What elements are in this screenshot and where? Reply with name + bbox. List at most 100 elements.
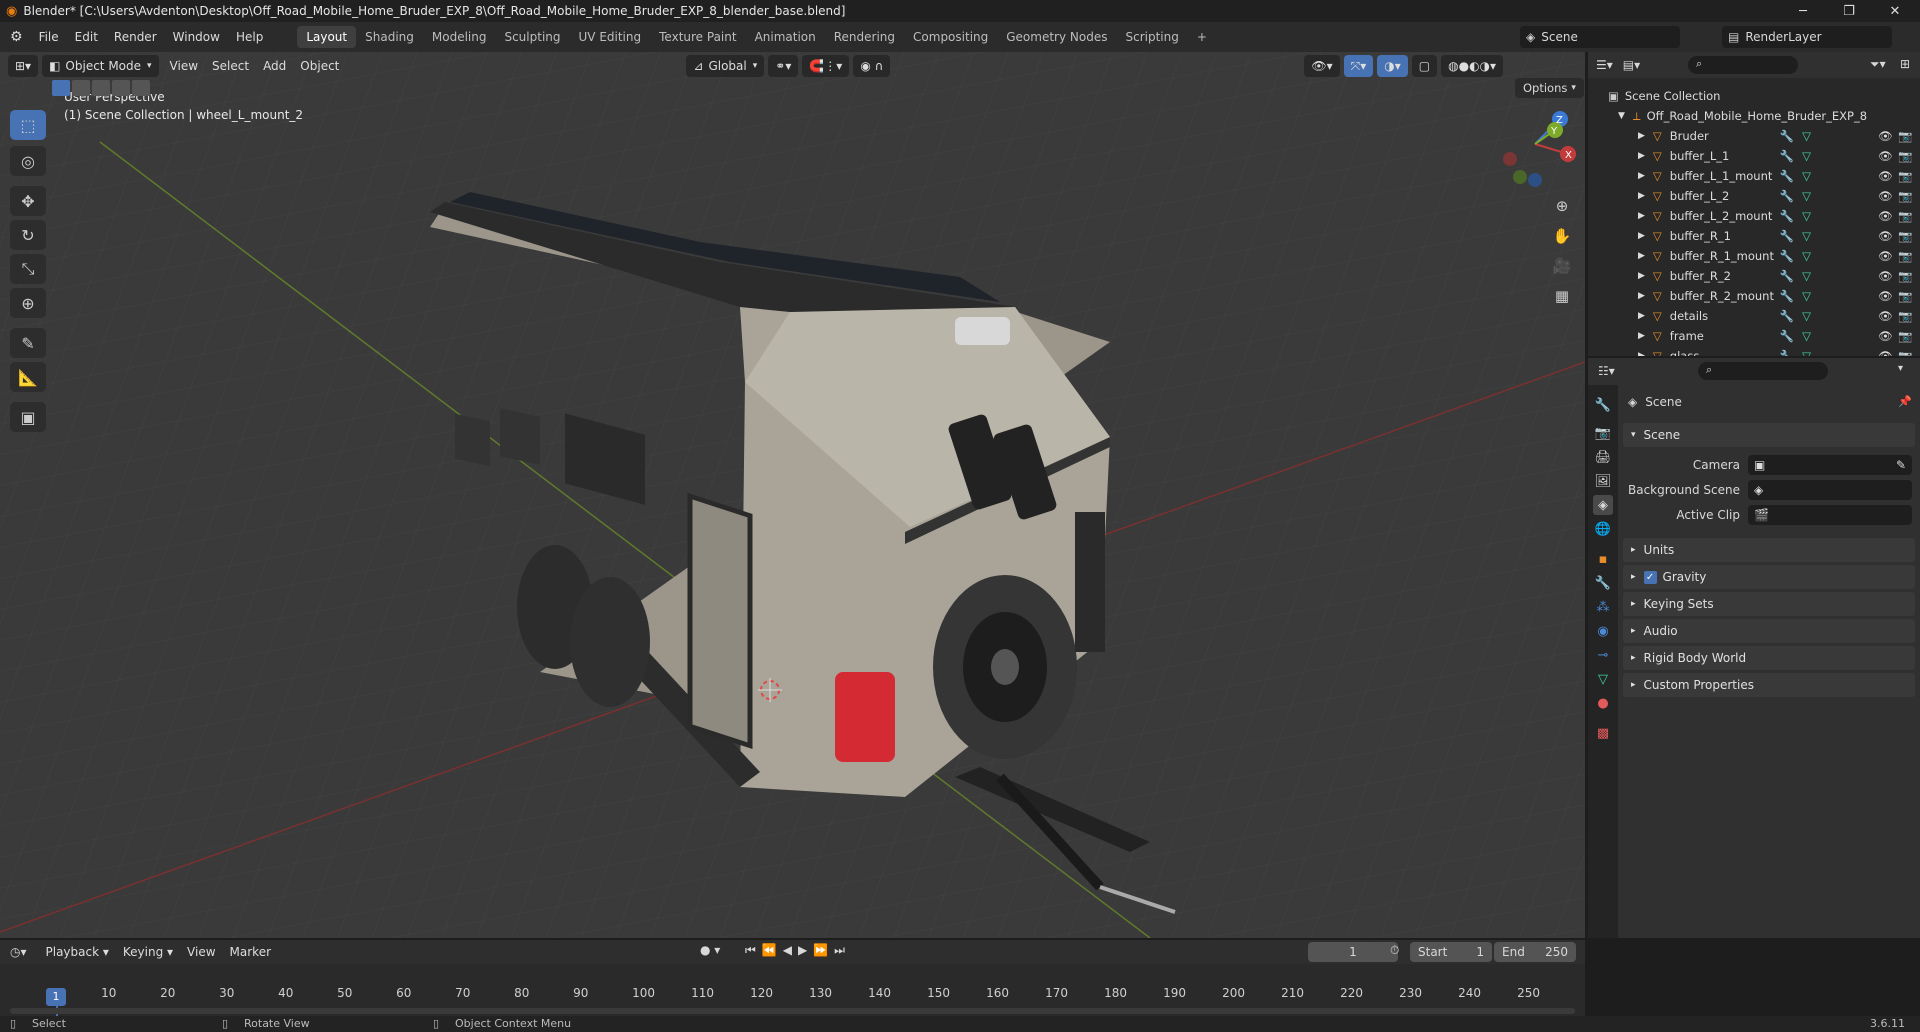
panel-rigid-body-world[interactable]: ▸ Rigid Body World bbox=[1623, 646, 1915, 670]
blender-menu-icon[interactable]: ⚙ bbox=[0, 29, 31, 45]
background-scene-field[interactable]: ◈ bbox=[1748, 480, 1912, 500]
panel-units[interactable]: ▸ Units bbox=[1623, 538, 1915, 562]
pin-icon[interactable]: 📌 bbox=[1898, 395, 1912, 408]
visibility-eye-icon[interactable]: 👁 bbox=[1878, 169, 1893, 183]
outliner-object-row[interactable]: ▶ ▽ buffer_R_1 🔧 ▽ 👁 📷 bbox=[1588, 226, 1920, 246]
menu-file[interactable]: File bbox=[31, 30, 67, 44]
outliner-editor-icon[interactable]: ☰▾ bbox=[1596, 58, 1613, 72]
expand-arrow-icon[interactable]: ▶ bbox=[1638, 351, 1645, 356]
viewport-3d[interactable]: Z X Y User Perspective (1) Scene Collect… bbox=[0, 52, 1585, 938]
modifier-tab-icon[interactable]: 🔧 bbox=[1593, 573, 1613, 593]
proportional-edit-icon[interactable]: ◉ ∩ bbox=[853, 55, 891, 77]
expand-arrow-icon[interactable]: ▶ bbox=[1638, 151, 1645, 161]
new-collection-icon[interactable]: ⊞ bbox=[1900, 57, 1910, 71]
render-camera-icon[interactable]: 📷 bbox=[1898, 269, 1912, 283]
tab-rendering[interactable]: Rendering bbox=[825, 26, 904, 48]
outliner-object-row[interactable]: ▶ ▽ glass 🔧 ▽ 👁 📷 bbox=[1588, 346, 1920, 356]
timeline-menu-playback[interactable]: Playback ▾ bbox=[39, 945, 116, 959]
viewport-menu-view[interactable]: View bbox=[163, 59, 205, 73]
timeline-editor-icon[interactable]: ◷▾ bbox=[10, 945, 27, 959]
panel-keying-sets[interactable]: ▸ Keying Sets bbox=[1623, 592, 1915, 616]
panel-custom-properties[interactable]: ▸ Custom Properties bbox=[1623, 673, 1915, 697]
active-clip-field[interactable]: 🎬 bbox=[1748, 505, 1912, 525]
panel-gravity[interactable]: ▸ ✓ Gravity bbox=[1623, 565, 1915, 589]
expand-arrow-icon[interactable]: ▶ bbox=[1638, 311, 1645, 321]
outliner-search-input[interactable]: ⌕ bbox=[1688, 56, 1798, 74]
select-subtract-icon[interactable] bbox=[92, 80, 110, 96]
minimize-button[interactable]: ─ bbox=[1780, 0, 1826, 22]
outliner-object-row[interactable]: ▶ ▽ frame 🔧 ▽ 👁 📷 bbox=[1588, 326, 1920, 346]
tab-uv-editing[interactable]: UV Editing bbox=[570, 26, 651, 48]
filter-icon[interactable]: ⏷▾ bbox=[1870, 57, 1886, 72]
menu-edit[interactable]: Edit bbox=[67, 30, 106, 44]
visibility-eye-icon[interactable]: 👁 bbox=[1878, 229, 1893, 243]
visibility-eye-icon[interactable]: 👁 bbox=[1878, 349, 1893, 356]
viewport-canvas[interactable]: Z X Y bbox=[0, 52, 1585, 938]
select-extend-icon[interactable] bbox=[72, 80, 90, 96]
outliner-object-row[interactable]: ▶ ▽ buffer_L_2 🔧 ▽ 👁 📷 bbox=[1588, 186, 1920, 206]
tab-modeling[interactable]: Modeling bbox=[423, 26, 496, 48]
outliner-object-row[interactable]: ▶ ▽ buffer_R_2 🔧 ▽ 👁 📷 bbox=[1588, 266, 1920, 286]
end-frame-field[interactable]: End 250 bbox=[1494, 942, 1576, 962]
gravity-checkbox[interactable]: ✓ bbox=[1643, 570, 1657, 584]
view-layer-selector[interactable]: ▤ RenderLayer bbox=[1722, 26, 1892, 48]
tab-layout[interactable]: Layout bbox=[297, 26, 357, 48]
move-tool-icon[interactable]: ✥ bbox=[10, 186, 46, 216]
render-camera-icon[interactable]: 📷 bbox=[1898, 189, 1912, 203]
select-intersect-icon[interactable] bbox=[132, 80, 150, 96]
eyedropper-icon[interactable]: ✎ bbox=[1896, 458, 1906, 472]
add-workspace-icon[interactable]: + bbox=[1188, 26, 1216, 48]
outliner-object-row[interactable]: ▶ ▽ buffer_L_1_mount 🔧 ▽ 👁 📷 bbox=[1588, 166, 1920, 186]
render-camera-icon[interactable]: 📷 bbox=[1898, 129, 1912, 143]
scale-tool-icon[interactable]: ⤡ bbox=[10, 254, 46, 284]
record-icon[interactable]: ● ▾ bbox=[700, 943, 720, 957]
particles-tab-icon[interactable]: ⁂ bbox=[1593, 597, 1613, 617]
render-tab-icon[interactable]: 📷 bbox=[1593, 423, 1613, 443]
expand-arrow-icon[interactable]: ▶ bbox=[1638, 131, 1645, 141]
object-mode-dropdown[interactable]: ◧ Object Mode ▾ bbox=[42, 55, 159, 77]
cursor-tool-icon[interactable]: ◎ bbox=[10, 146, 46, 176]
gizmo-toggle-icon[interactable]: ⤧▾ bbox=[1343, 55, 1374, 77]
expand-arrow-icon[interactable]: ▶ bbox=[1638, 331, 1645, 341]
timeline-menu-keying[interactable]: Keying ▾ bbox=[116, 945, 180, 959]
xray-icon[interactable]: ▢ bbox=[1411, 55, 1438, 77]
select-box-tool-icon[interactable]: ⬚ bbox=[10, 110, 46, 140]
render-camera-icon[interactable]: 📷 bbox=[1898, 289, 1912, 303]
expand-arrow-icon[interactable]: ▶ bbox=[1638, 191, 1645, 201]
expand-arrow-icon[interactable]: ▶ bbox=[1638, 231, 1645, 241]
world-tab-icon[interactable]: 🌐 bbox=[1593, 519, 1613, 539]
expand-arrow-icon[interactable]: ▶ bbox=[1638, 251, 1645, 261]
visibility-eye-icon[interactable]: 👁 bbox=[1878, 209, 1893, 223]
object-tab-icon[interactable]: ▪ bbox=[1593, 549, 1613, 569]
menu-render[interactable]: Render bbox=[106, 30, 165, 44]
render-camera-icon[interactable]: 📷 bbox=[1898, 149, 1912, 163]
timeline-menu-marker[interactable]: Marker bbox=[223, 945, 278, 959]
visibility-eye-icon[interactable]: 👁 bbox=[1878, 249, 1893, 263]
visibility-eye-icon[interactable]: 👁 bbox=[1878, 269, 1893, 283]
scene-panel-header[interactable]: ▾ Scene bbox=[1623, 423, 1915, 447]
outliner-object-row[interactable]: ▶ ▽ buffer_L_1 🔧 ▽ 👁 📷 bbox=[1588, 146, 1920, 166]
add-cube-tool-icon[interactable]: ▣ bbox=[10, 402, 46, 432]
tab-scripting[interactable]: Scripting bbox=[1116, 26, 1187, 48]
texture-tab-icon[interactable]: ▩ bbox=[1593, 723, 1613, 743]
properties-search-input[interactable]: ⌕ bbox=[1698, 362, 1828, 380]
measure-tool-icon[interactable]: 📐 bbox=[10, 362, 46, 392]
tab-geometry-nodes[interactable]: Geometry Nodes bbox=[997, 26, 1116, 48]
select-invert-icon[interactable] bbox=[112, 80, 130, 96]
timeline-menu-view[interactable]: View bbox=[180, 945, 222, 959]
visibility-eye-icon[interactable]: 👁 bbox=[1878, 149, 1893, 163]
render-camera-icon[interactable]: 📷 bbox=[1898, 249, 1912, 263]
tab-sculpting[interactable]: Sculpting bbox=[495, 26, 569, 48]
visibility-icon[interactable]: 👁▾ bbox=[1304, 55, 1340, 77]
annotate-tool-icon[interactable]: ✎ bbox=[10, 328, 46, 358]
wheel-rear-2[interactable] bbox=[570, 577, 650, 707]
tab-shading[interactable]: Shading bbox=[356, 26, 423, 48]
outliner-object-row[interactable]: ▶ ▽ buffer_L_2_mount 🔧 ▽ 👁 📷 bbox=[1588, 206, 1920, 226]
menu-help[interactable]: Help bbox=[228, 30, 271, 44]
start-frame-field[interactable]: Start 1 bbox=[1410, 942, 1492, 962]
viewport-menu-add[interactable]: Add bbox=[256, 59, 293, 73]
menu-window[interactable]: Window bbox=[165, 30, 228, 44]
data-tab-icon[interactable]: ▽ bbox=[1593, 669, 1613, 689]
camera-field[interactable]: ▣ ✎ bbox=[1748, 455, 1912, 475]
outliner-object-row[interactable]: ▶ ▽ buffer_R_1_mount 🔧 ▽ 👁 📷 bbox=[1588, 246, 1920, 266]
